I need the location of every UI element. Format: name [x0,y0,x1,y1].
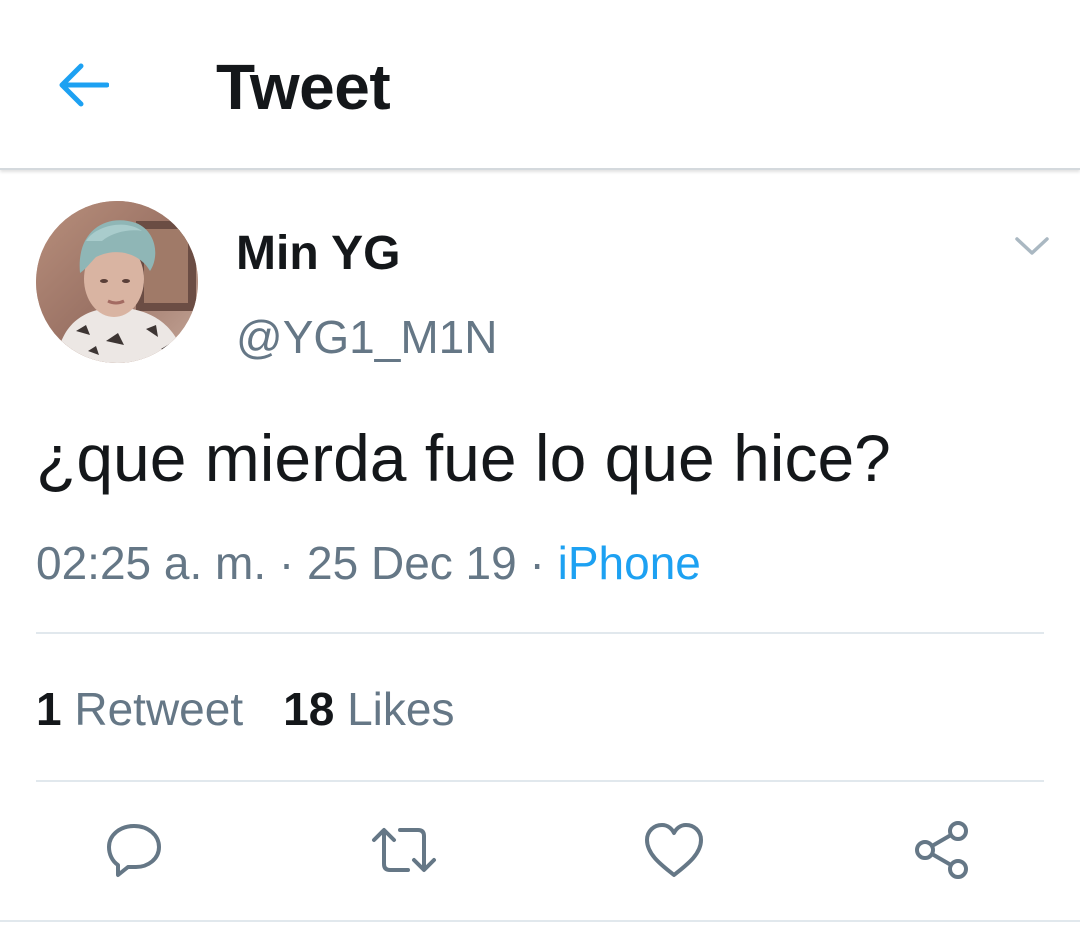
share-button[interactable] [906,814,978,886]
back-button[interactable] [52,54,114,116]
divider [36,632,1044,634]
tweet-metadata: 02:25 a. m. · 25 Dec 19 · iPhone [36,536,701,590]
like-button[interactable] [638,814,710,886]
reply-icon [107,824,161,877]
profile-photo [36,201,198,363]
tweet-date: 25 Dec 19 [307,537,517,589]
top-app-bar: Tweet [0,0,1080,170]
chevron-down-icon [1015,237,1049,255]
reply-button[interactable] [98,814,170,886]
share-icon [915,821,968,879]
tweet-source-link[interactable]: iPhone [558,537,701,589]
retweets-stat[interactable]: 1 Retweet [36,682,243,736]
author-handle[interactable]: @YG1_M1N [236,310,497,364]
tweet-stats: 1 Retweet 18 Likes [36,682,454,736]
separator: · [529,537,545,589]
author-display-name[interactable]: Min YG [236,226,400,281]
tweet-options-button[interactable] [1010,226,1054,266]
retweets-label: Retweet [74,683,244,735]
tweet-actions-bar [0,814,1080,886]
divider [36,780,1044,782]
retweet-icon [372,828,436,872]
separator: · [278,537,295,589]
tweet-time: 02:25 a. m. [36,537,267,589]
arrow-left-icon [59,63,109,107]
like-icon [645,823,703,877]
avatar[interactable] [36,201,198,363]
tweet-text: ¿que mierda fue lo que hice? [36,421,891,495]
likes-label: Likes [347,683,455,735]
likes-stat[interactable]: 18 Likes [283,682,454,736]
retweet-button[interactable] [368,814,440,886]
likes-count: 18 [283,683,335,735]
divider [0,920,1080,922]
retweets-count: 1 [36,683,62,735]
page-title: Tweet [216,51,391,123]
